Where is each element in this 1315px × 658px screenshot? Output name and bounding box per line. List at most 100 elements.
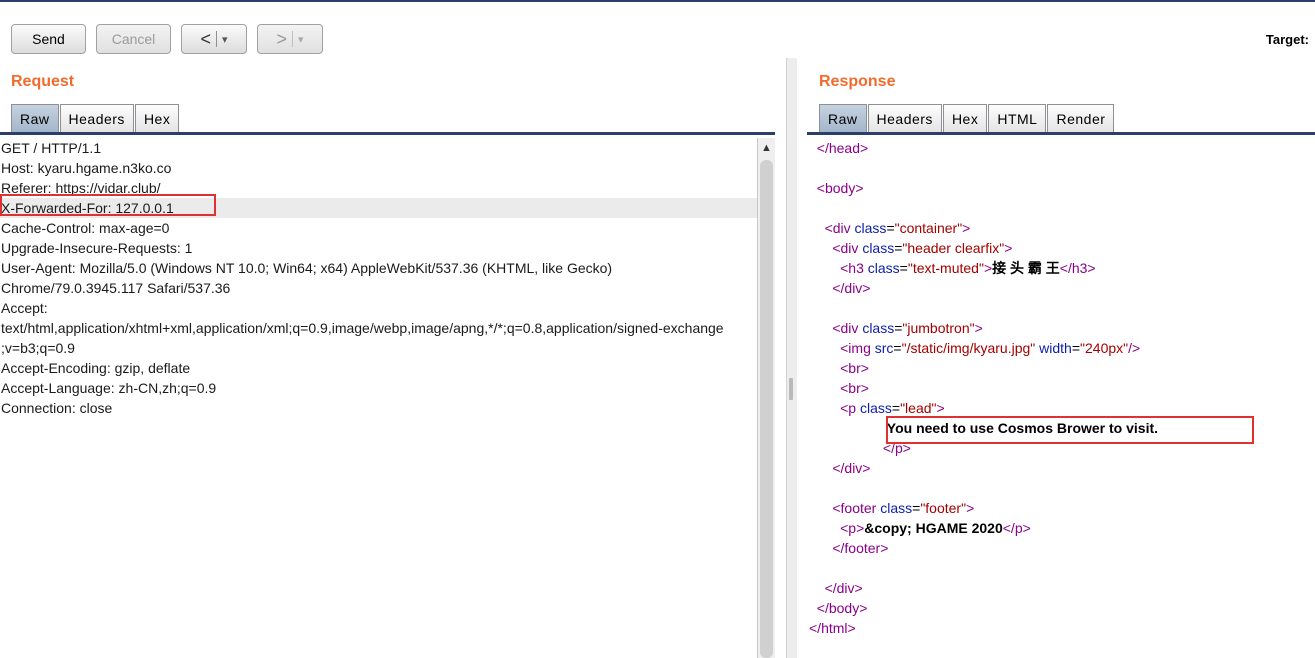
response-token bbox=[809, 220, 825, 236]
response-token: </div> bbox=[832, 280, 871, 296]
response-token: class bbox=[859, 400, 892, 416]
response-token bbox=[809, 540, 832, 556]
splitter-grip-icon[interactable] bbox=[789, 378, 793, 400]
response-line: </div> bbox=[809, 278, 1315, 298]
response-tab-headers[interactable]: Headers bbox=[867, 104, 942, 132]
response-token bbox=[809, 280, 832, 296]
request-line: text/html,application/xhtml+xml,applicat… bbox=[1, 320, 724, 336]
request-line: Host: kyaru.hgame.n3ko.co bbox=[1, 160, 172, 176]
response-tab-underline bbox=[807, 132, 1315, 135]
back-button[interactable]: < ▾ bbox=[181, 24, 247, 54]
response-token: &copy; HGAME 2020 bbox=[864, 520, 1003, 536]
response-token bbox=[809, 140, 817, 156]
response-token bbox=[809, 240, 832, 256]
response-line: </footer> bbox=[809, 538, 1315, 558]
response-token bbox=[809, 360, 840, 376]
response-token: <h3 bbox=[840, 260, 868, 276]
request-scrollbar[interactable]: ▲ bbox=[757, 138, 775, 658]
response-token: > bbox=[966, 500, 975, 516]
response-token bbox=[809, 420, 887, 436]
response-title: Response bbox=[819, 73, 896, 90]
response-line: <h3 class="text-muted">接 头 霸 王</h3> bbox=[809, 258, 1315, 278]
response-line: </div> bbox=[809, 458, 1315, 478]
response-editor[interactable]: </head> <body> <div class="container"> <… bbox=[809, 138, 1315, 658]
response-token: <p bbox=[840, 400, 860, 416]
scroll-up-arrow-icon[interactable]: ▲ bbox=[761, 142, 772, 154]
response-token: "jumbotron" bbox=[902, 320, 975, 336]
response-token: "footer" bbox=[920, 500, 967, 516]
response-token bbox=[809, 500, 832, 516]
response-token: <p> bbox=[840, 520, 865, 536]
response-token bbox=[809, 440, 883, 456]
response-token: > bbox=[962, 220, 971, 236]
response-token: = bbox=[899, 260, 908, 276]
response-token: /> bbox=[1128, 340, 1141, 356]
response-token: class bbox=[867, 260, 900, 276]
send-button[interactable]: Send bbox=[11, 24, 86, 54]
highlight-box-message bbox=[886, 416, 1254, 444]
scroll-thumb[interactable] bbox=[760, 160, 773, 658]
response-token: <div bbox=[824, 220, 855, 236]
response-token: width bbox=[1039, 340, 1072, 356]
response-token: <br> bbox=[840, 380, 869, 396]
response-token bbox=[809, 380, 840, 396]
response-token: "240px" bbox=[1080, 340, 1129, 356]
target-label: Target: bbox=[1265, 32, 1309, 47]
response-token: = bbox=[886, 220, 895, 236]
response-token: > bbox=[974, 320, 983, 336]
response-token: </body> bbox=[816, 600, 868, 616]
response-line: <div class="jumbotron"> bbox=[809, 318, 1315, 338]
window-top-border bbox=[0, 0, 1315, 2]
cancel-button[interactable]: Cancel bbox=[96, 24, 171, 54]
response-tab-html[interactable]: HTML bbox=[988, 104, 1047, 132]
request-line: Connection: close bbox=[1, 400, 113, 416]
response-token: 接 头 霸 王 bbox=[992, 260, 1060, 276]
forward-dropdown-icon[interactable]: ▾ bbox=[298, 33, 304, 46]
request-line: Accept: bbox=[1, 300, 48, 316]
request-title: Request bbox=[11, 73, 75, 90]
forward-button[interactable]: > ▾ bbox=[257, 24, 323, 54]
request-line: ;v=b3;q=0.9 bbox=[1, 340, 75, 356]
response-token: class bbox=[854, 220, 887, 236]
response-tab-raw[interactable]: Raw bbox=[819, 104, 867, 132]
pane-splitter[interactable] bbox=[786, 58, 797, 658]
response-token bbox=[809, 580, 825, 596]
request-tab-headers[interactable]: Headers bbox=[59, 104, 134, 132]
request-tab-hex[interactable]: Hex bbox=[134, 104, 180, 132]
response-token bbox=[809, 600, 817, 616]
response-token bbox=[809, 180, 817, 196]
response-line: <p>&copy; HGAME 2020</p> bbox=[809, 518, 1315, 538]
response-tab-hex[interactable]: Hex bbox=[942, 104, 988, 132]
response-token: "/static/img/kyaru.jpg" bbox=[901, 340, 1036, 356]
response-tab-render[interactable]: Render bbox=[1047, 104, 1115, 132]
response-token: > bbox=[983, 260, 993, 276]
response-token: "text-muted" bbox=[907, 260, 984, 276]
response-token: class bbox=[862, 240, 895, 256]
request-tab-raw[interactable]: Raw bbox=[11, 104, 59, 132]
response-token: > bbox=[1004, 240, 1013, 256]
response-token: = bbox=[893, 340, 902, 356]
request-editor[interactable]: GET / HTTP/1.1 Host: kyaru.hgame.n3ko.co R… bbox=[0, 138, 757, 658]
response-token: src bbox=[874, 340, 894, 356]
response-line: <body> bbox=[809, 178, 1315, 198]
request-line: Cache-Control: max-age=0 bbox=[1, 220, 170, 236]
response-line: <div class="container"> bbox=[809, 218, 1315, 238]
response-token: <footer bbox=[832, 500, 881, 516]
response-line bbox=[809, 158, 1315, 178]
response-token bbox=[809, 260, 840, 276]
response-token bbox=[809, 340, 840, 356]
response-token: <div bbox=[832, 320, 863, 336]
separator bbox=[215, 31, 217, 47]
back-dropdown-icon[interactable]: ▾ bbox=[222, 33, 228, 46]
request-line: User-Agent: Mozilla/5.0 (Windows NT 10.0… bbox=[1, 260, 613, 276]
response-token bbox=[809, 400, 840, 416]
response-token: <body> bbox=[816, 180, 864, 196]
response-token: "container" bbox=[894, 220, 963, 236]
request-line: GET / HTTP/1.1 bbox=[1, 140, 102, 156]
response-line: <img src="/static/img/kyaru.jpg" width="… bbox=[809, 338, 1315, 358]
separator bbox=[291, 31, 293, 47]
back-arrow-icon: < bbox=[200, 28, 211, 49]
request-tab-underline bbox=[0, 132, 775, 135]
response-token bbox=[809, 320, 832, 336]
response-token: <br> bbox=[840, 360, 869, 376]
